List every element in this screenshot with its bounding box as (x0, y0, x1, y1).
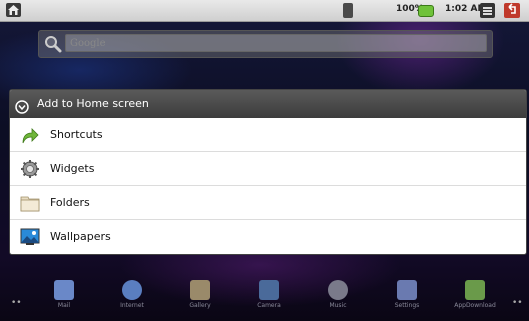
camera-icon (259, 280, 279, 300)
dialog-title-bar: Add to Home screen (10, 90, 526, 118)
dock-app-appdownload[interactable]: AppDownload (445, 274, 505, 309)
dock-app-label: Camera (257, 302, 281, 309)
search-icon[interactable] (43, 34, 63, 54)
dock-app-label: Settings (394, 302, 420, 309)
option-widgets[interactable]: Widgets (10, 152, 526, 186)
option-label: Widgets (50, 162, 95, 175)
dropdown-circle-icon (15, 97, 29, 114)
dock-app-mail[interactable]: Mail (34, 274, 94, 309)
folder-icon (20, 193, 40, 213)
option-shortcuts[interactable]: Shortcuts (10, 118, 526, 152)
dock-app-music[interactable]: Music (308, 274, 368, 309)
dock-app-label: Internet (120, 302, 144, 309)
app-dock: •• •• Mail Internet Gallery Camera Music… (0, 274, 529, 321)
music-icon (328, 280, 348, 300)
shortcut-arrow-icon (20, 125, 40, 145)
option-label: Wallpapers (50, 230, 111, 243)
gallery-icon (190, 280, 210, 300)
option-label: Folders (50, 196, 90, 209)
dock-app-internet[interactable]: Internet (102, 274, 162, 309)
dock-scroll-left-icon[interactable]: •• (11, 298, 22, 308)
dock-app-label: Mail (57, 302, 71, 309)
menu-icon[interactable] (480, 3, 495, 18)
option-wallpapers[interactable]: Wallpapers (10, 220, 526, 253)
dock-app-gallery[interactable]: Gallery (170, 274, 230, 309)
dock-app-label: AppDownload (454, 302, 496, 309)
option-label: Shortcuts (50, 128, 103, 141)
signal-icon (343, 3, 353, 18)
add-to-home-dialog: Add to Home screen Shortcuts Widgets Fol… (9, 89, 527, 255)
settings-icon (397, 280, 417, 300)
option-folders[interactable]: Folders (10, 186, 526, 220)
back-icon[interactable] (504, 3, 520, 18)
dialog-title: Add to Home screen (37, 97, 149, 110)
dock-app-label: Music (329, 302, 347, 309)
home-icon[interactable] (6, 3, 21, 17)
dock-app-label: Gallery (189, 302, 211, 309)
dock-scroll-right-icon[interactable]: •• (512, 298, 523, 308)
dock-app-settings[interactable]: Settings (377, 274, 437, 309)
gear-widgets-icon (20, 159, 40, 179)
appdownload-icon (465, 280, 485, 300)
internet-icon (122, 280, 142, 300)
mail-icon (54, 280, 74, 300)
dock-app-camera[interactable]: Camera (239, 274, 299, 309)
search-input[interactable]: Google (65, 34, 487, 52)
status-bar: 100% 1:02 AM (0, 0, 529, 22)
google-search-widget[interactable]: Google (38, 30, 493, 58)
wallpaper-icon (20, 227, 40, 247)
battery-icon (418, 5, 434, 17)
